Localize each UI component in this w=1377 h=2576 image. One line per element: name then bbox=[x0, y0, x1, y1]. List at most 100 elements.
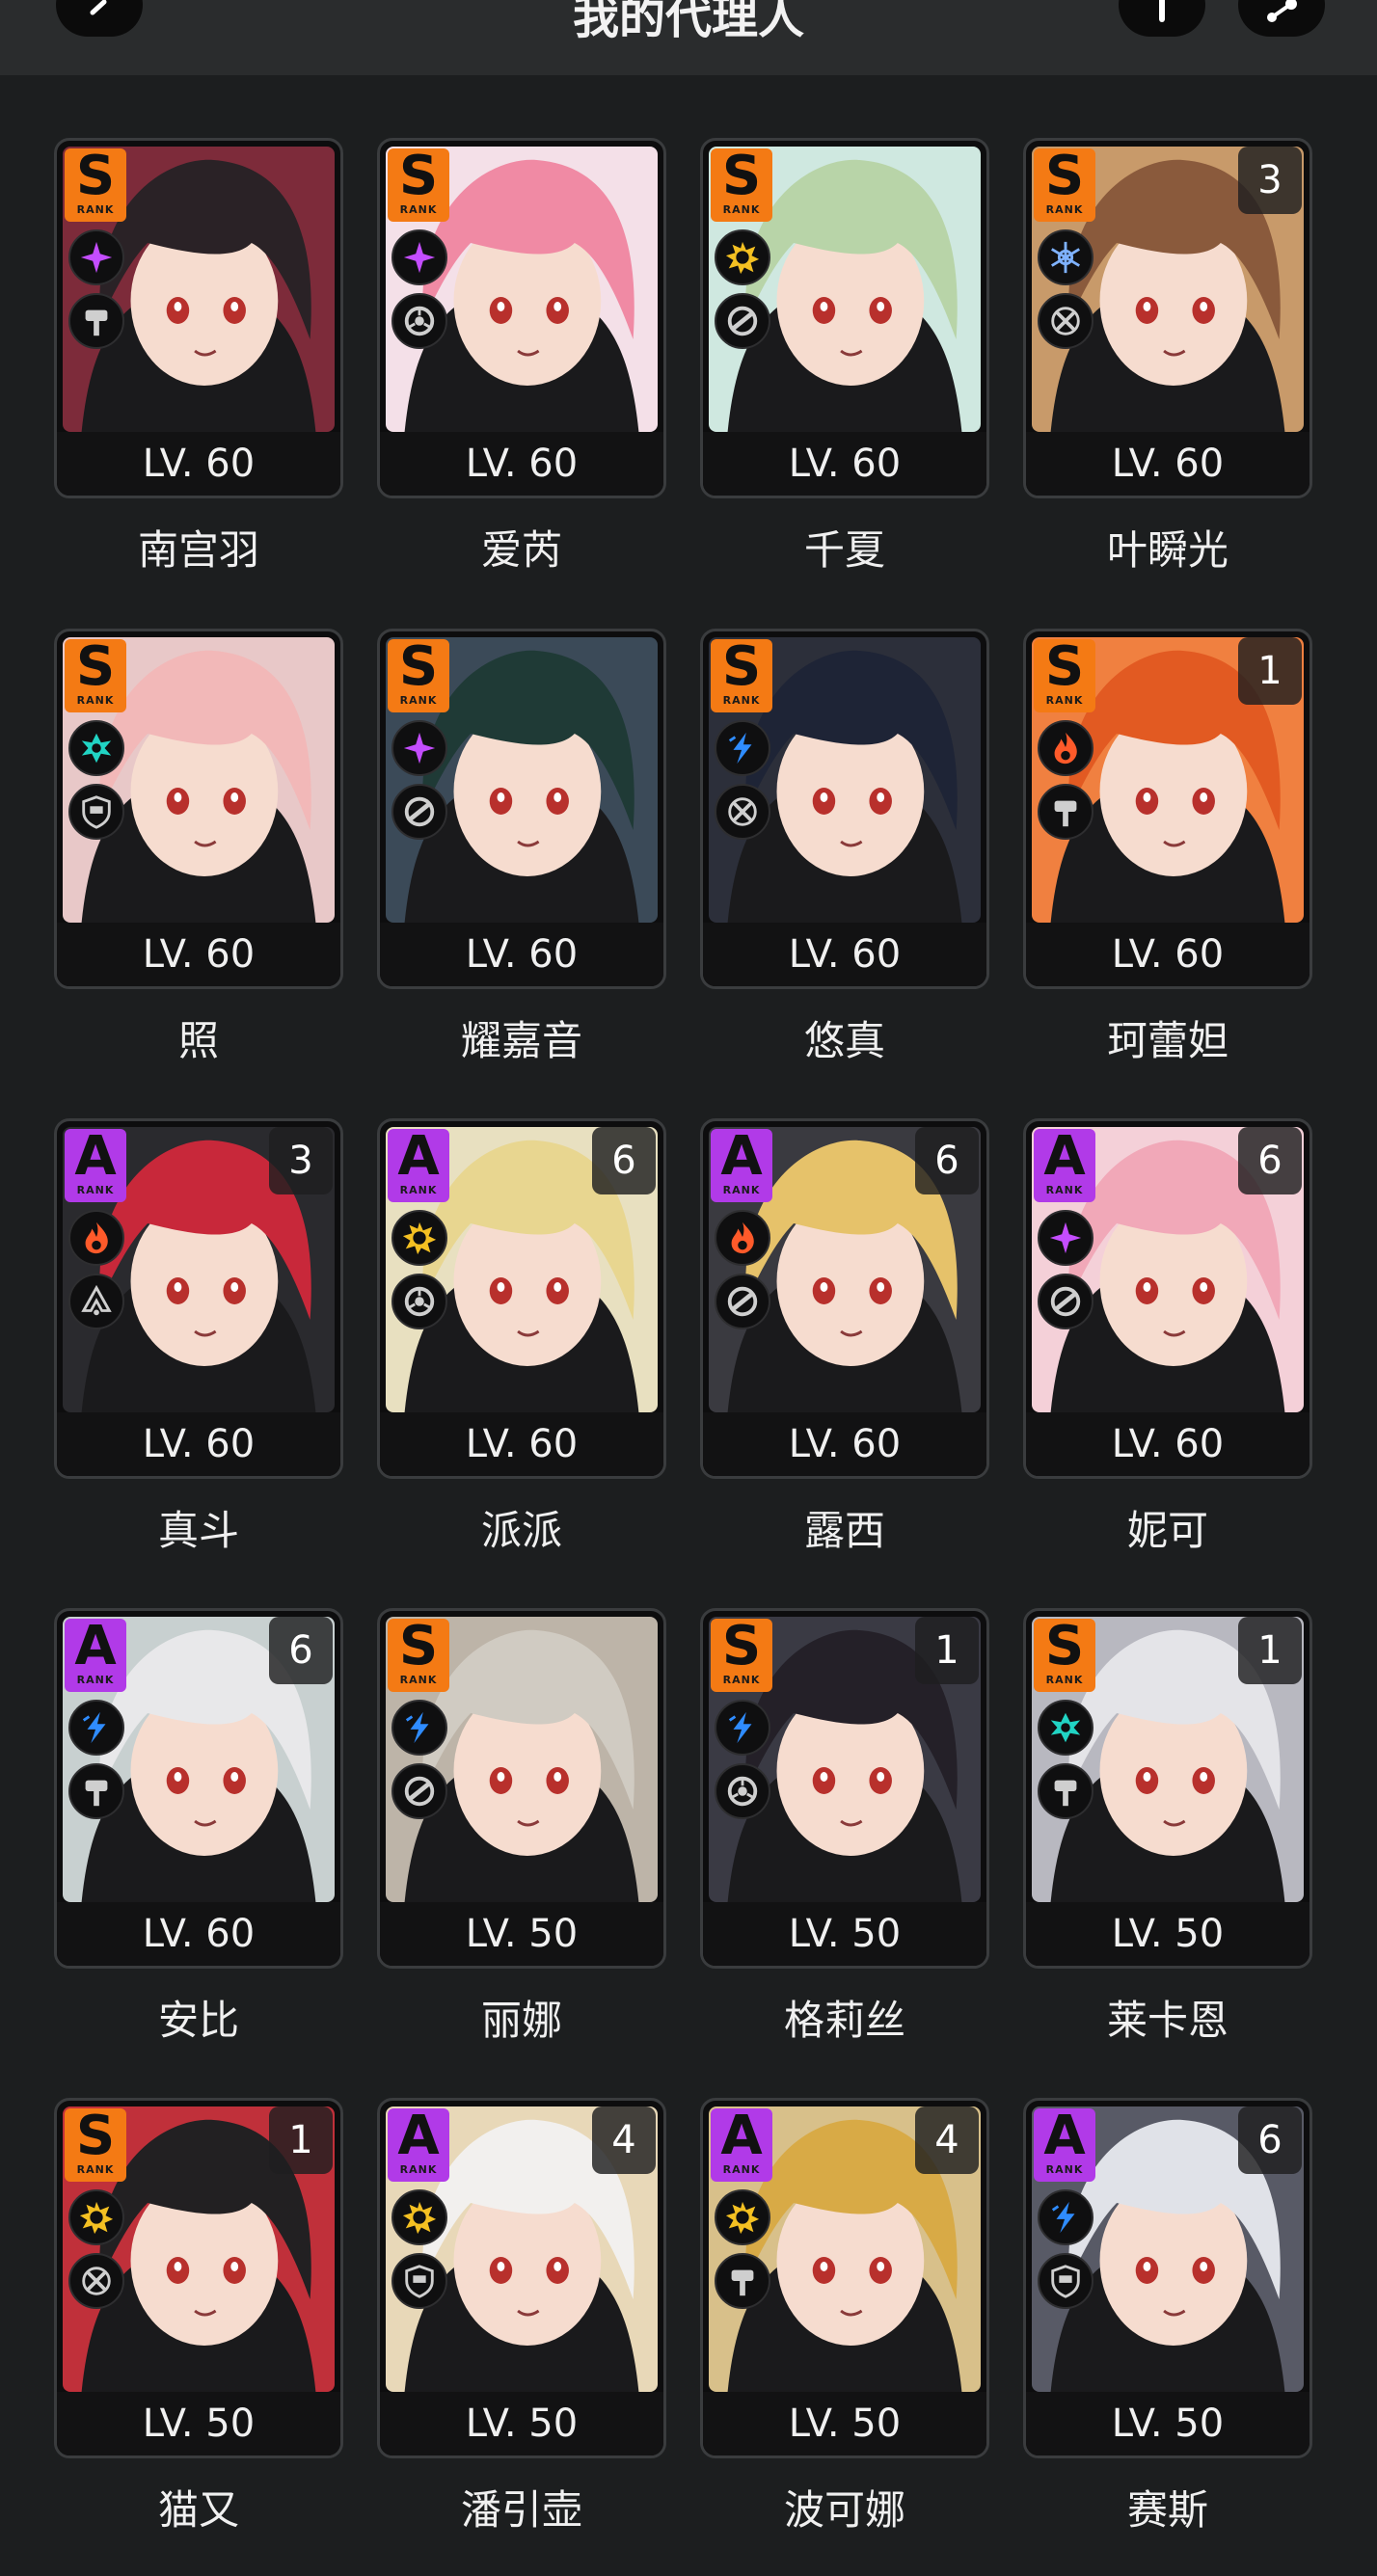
mindscape-badge: 4 bbox=[915, 2106, 979, 2174]
agent-name[interactable]: 赛斯 bbox=[1023, 2478, 1312, 2536]
rank-letter: A bbox=[397, 1125, 440, 1188]
support-specialty-icon bbox=[715, 293, 770, 349]
agent-name[interactable]: 爱芮 bbox=[377, 518, 666, 577]
rank-letter: A bbox=[74, 1125, 117, 1188]
agent-card[interactable]: A RANK 3 LV. 60 bbox=[54, 1118, 343, 1479]
agent-name[interactable]: 丽娜 bbox=[377, 1988, 666, 2047]
agent-card[interactable]: A RANK 4 LV. 50 bbox=[377, 2098, 666, 2458]
agent-name[interactable]: 安比 bbox=[54, 1988, 343, 2047]
agent-name[interactable]: 莱卡恩 bbox=[1023, 1988, 1312, 2047]
rank-badge: S RANK bbox=[388, 1619, 449, 1692]
rank-letter: S bbox=[1044, 635, 1085, 698]
agent-card[interactable]: A RANK 6 LV. 60 bbox=[377, 1118, 666, 1479]
level-label: LV. 60 bbox=[1026, 432, 1310, 496]
agent-name[interactable]: 真斗 bbox=[54, 1498, 343, 1557]
level-label: LV. 60 bbox=[57, 432, 340, 496]
level-label: LV. 50 bbox=[380, 2392, 663, 2455]
rank-badge: S RANK bbox=[65, 148, 126, 222]
support-specialty-icon bbox=[392, 784, 447, 840]
agent-card[interactable]: S RANK LV. 60 bbox=[377, 138, 666, 498]
rank-letter: S bbox=[721, 145, 762, 207]
agent-card[interactable]: A RANK 6 LV. 50 bbox=[1023, 2098, 1312, 2458]
rank-word: RANK bbox=[722, 2163, 761, 2176]
mindscape-badge: 1 bbox=[1238, 1617, 1302, 1684]
agent-name[interactable]: 珂蕾妲 bbox=[1023, 1008, 1312, 1067]
level-label: LV. 60 bbox=[1026, 923, 1310, 986]
agent-card[interactable]: S RANK LV. 60 bbox=[377, 629, 666, 989]
agent-name[interactable]: 露西 bbox=[700, 1498, 989, 1557]
physical-attribute-icon bbox=[715, 2189, 770, 2245]
agent-name[interactable]: 耀嘉音 bbox=[377, 1008, 666, 1067]
agent-name[interactable]: 悠真 bbox=[700, 1008, 989, 1067]
rank-badge: S RANK bbox=[711, 639, 772, 712]
ether-attribute-icon bbox=[392, 720, 447, 776]
agent-card[interactable]: A RANK 6 LV. 60 bbox=[700, 1118, 989, 1479]
agent-name[interactable]: 千夏 bbox=[700, 518, 989, 577]
level-label: LV. 60 bbox=[57, 1412, 340, 1476]
ether-attribute-icon bbox=[1038, 1210, 1094, 1266]
agent-card[interactable]: A RANK 6 LV. 60 bbox=[54, 1608, 343, 1969]
agent-name[interactable]: 格莉丝 bbox=[700, 1988, 989, 2047]
rank-letter: S bbox=[1044, 1615, 1085, 1677]
rank-letter: A bbox=[397, 2105, 440, 2167]
physical-attribute-icon bbox=[715, 229, 770, 285]
rank-letter: S bbox=[1044, 145, 1085, 207]
rank-word: RANK bbox=[1045, 694, 1084, 707]
support-specialty-icon bbox=[392, 1763, 447, 1819]
agent-name[interactable]: 照 bbox=[54, 1008, 343, 1067]
level-label: LV. 60 bbox=[57, 1902, 340, 1966]
rank-word: RANK bbox=[76, 203, 115, 216]
wind-attribute-icon bbox=[68, 720, 124, 776]
electric-attribute-icon bbox=[392, 1700, 447, 1756]
rank-letter: S bbox=[75, 145, 116, 207]
stun-specialty-icon bbox=[1038, 1763, 1094, 1819]
agent-card[interactable]: S RANK 1 LV. 50 bbox=[54, 2098, 343, 2458]
agent-card[interactable]: S RANK LV. 60 bbox=[54, 138, 343, 498]
support-specialty-icon bbox=[715, 1274, 770, 1329]
rank-letter: S bbox=[721, 635, 762, 698]
physical-attribute-icon bbox=[68, 2189, 124, 2245]
agent-name[interactable]: 南宫羽 bbox=[54, 518, 343, 577]
rupture-specialty-icon bbox=[68, 1274, 124, 1329]
agent-card[interactable]: S RANK LV. 60 bbox=[700, 629, 989, 989]
plus-icon bbox=[1159, 0, 1165, 22]
agent-card[interactable]: S RANK LV. 50 bbox=[377, 1608, 666, 1969]
agent-name[interactable]: 派派 bbox=[377, 1498, 666, 1557]
rank-word: RANK bbox=[722, 1674, 761, 1686]
agent-name[interactable]: 叶瞬光 bbox=[1023, 518, 1312, 577]
frost-attribute-icon bbox=[1038, 229, 1094, 285]
rank-letter: A bbox=[74, 1615, 117, 1677]
agent-card[interactable]: S RANK 1 LV. 50 bbox=[700, 1608, 989, 1969]
anomaly-specialty-icon bbox=[392, 293, 447, 349]
support-specialty-icon bbox=[1038, 1274, 1094, 1329]
agent-name[interactable]: 妮可 bbox=[1023, 1498, 1312, 1557]
rank-word: RANK bbox=[76, 1674, 115, 1686]
agent-card[interactable]: A RANK 6 LV. 60 bbox=[1023, 1118, 1312, 1479]
agent-name[interactable]: 波可娜 bbox=[700, 2478, 989, 2536]
rank-badge: S RANK bbox=[1034, 639, 1095, 712]
level-label: LV. 60 bbox=[703, 1412, 986, 1476]
mindscape-badge: 6 bbox=[1238, 2106, 1302, 2174]
agent-name[interactable]: 猫又 bbox=[54, 2478, 343, 2536]
defense-specialty-icon bbox=[1038, 2253, 1094, 2309]
agent-card[interactable]: S RANK 1 LV. 50 bbox=[1023, 1608, 1312, 1969]
agent-card[interactable]: S RANK 1 LV. 60 bbox=[1023, 629, 1312, 989]
rank-word: RANK bbox=[1045, 2163, 1084, 2176]
agent-card[interactable]: A RANK 4 LV. 50 bbox=[700, 2098, 989, 2458]
rank-word: RANK bbox=[76, 2163, 115, 2176]
stun-specialty-icon bbox=[1038, 784, 1094, 840]
rank-badge: A RANK bbox=[711, 1129, 772, 1202]
defense-specialty-icon bbox=[392, 2253, 447, 2309]
agent-name[interactable]: 潘引壶 bbox=[377, 2478, 666, 2536]
agent-card[interactable]: S RANK LV. 60 bbox=[700, 138, 989, 498]
agent-card[interactable]: S RANK LV. 60 bbox=[54, 629, 343, 989]
rank-badge: S RANK bbox=[65, 2108, 126, 2182]
level-label: LV. 50 bbox=[703, 2392, 986, 2455]
rank-letter: A bbox=[720, 1125, 763, 1188]
rank-badge: A RANK bbox=[65, 1619, 126, 1692]
mindscape-badge: 3 bbox=[1238, 147, 1302, 214]
rank-badge: A RANK bbox=[711, 2108, 772, 2182]
level-label: LV. 60 bbox=[57, 923, 340, 986]
agent-card[interactable]: S RANK 3 LV. 60 bbox=[1023, 138, 1312, 498]
rank-badge: A RANK bbox=[388, 2108, 449, 2182]
